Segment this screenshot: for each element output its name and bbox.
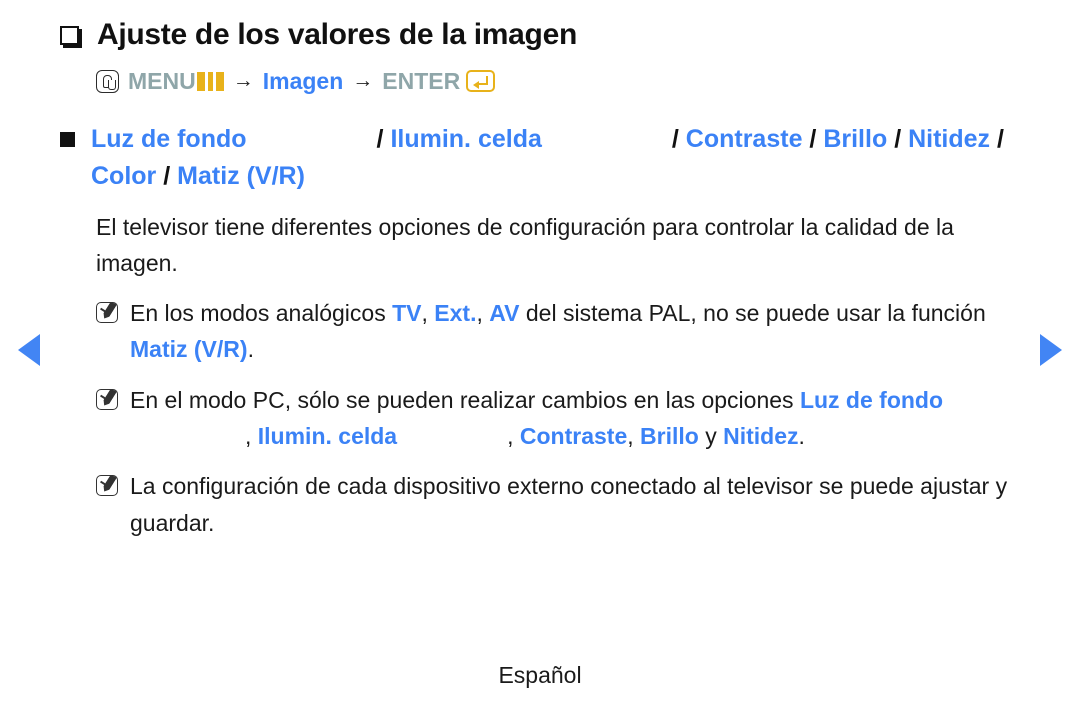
note2-term-cell-light: Ilumin. celda	[257, 423, 398, 450]
enter-label: ENTER	[382, 67, 461, 94]
menu-bars-icon	[196, 71, 224, 91]
note2-term-contrast: Contraste	[519, 423, 628, 450]
menu-section-imagen[interactable]: Imagen	[263, 68, 344, 95]
note2-mid4: y	[698, 423, 724, 450]
manual-page: Ajuste de los valores de la imagen MENU …	[0, 0, 1080, 705]
note1-part1: En los modos analógicos	[130, 300, 393, 327]
note1-mid1: ,	[421, 300, 435, 327]
option-term-contrast[interactable]: Contraste	[686, 125, 803, 153]
note-pencil-icon	[96, 388, 118, 410]
option-term-brightness[interactable]: Brillo	[823, 125, 887, 153]
option-term-tint[interactable]: Matiz (V/R)	[177, 162, 305, 190]
option-separator-3: /	[809, 124, 817, 153]
note-item: La configuración de cada dispositivo ext…	[96, 468, 1020, 541]
note2-term-brightness: Brillo	[640, 423, 699, 450]
option-separator-2: /	[671, 124, 679, 153]
note1-term-tv: TV	[392, 300, 422, 327]
note1-part2: del sistema PAL, no se puede usar la fun…	[519, 300, 986, 327]
option-term-cell-light[interactable]: Ilumin. celda	[390, 125, 541, 153]
hand-pointer-icon	[96, 69, 119, 93]
note2-part1: En el modo PC, sólo se pueden realizar c…	[130, 386, 800, 413]
option-separator-5: /	[997, 124, 1004, 153]
note1-term-av: AV	[489, 300, 520, 327]
options-terms: Luz de fondo / Ilumin. celda / Contraste…	[91, 121, 1020, 195]
option-separator-6: /	[163, 161, 171, 190]
page-title-row: Ajuste de los valores de la imagen	[60, 16, 1020, 54]
note1-term-ext: Ext.	[434, 300, 477, 327]
path-arrow-1: →	[232, 69, 254, 92]
note2-mid1: ,	[245, 423, 258, 450]
note2-mid3: ,	[627, 423, 641, 450]
note-pencil-icon	[96, 302, 118, 324]
options-list: Luz de fondo / Ilumin. celda / Contraste…	[60, 121, 1020, 195]
description-paragraph: El televisor tiene diferentes opciones d…	[96, 213, 954, 276]
note1-mid2: ,	[476, 300, 490, 327]
page-title: Ajuste de los valores de la imagen	[97, 18, 577, 51]
footer-language: Español	[498, 662, 582, 688]
note-item: En los modos analógicos TV, Ext., AV del…	[96, 295, 1020, 368]
note1-term-tint: Matiz (V/R)	[130, 336, 248, 363]
note-item: En el modo PC, sólo se pueden realizar c…	[96, 382, 1020, 455]
filled-square-bullet-icon	[60, 131, 75, 147]
note-pencil-icon	[96, 475, 118, 497]
option-separator-4: /	[894, 124, 902, 153]
enter-key-icon	[466, 70, 496, 92]
note-text: En los modos analógicos TV, Ext., AV del…	[130, 295, 1010, 368]
option-term-backlight[interactable]: Luz de fondo	[91, 125, 247, 153]
note2-part2: .	[798, 423, 805, 450]
menu-path: MENU → Imagen → ENTER	[96, 68, 1020, 95]
hollow-square-bullet-icon	[60, 26, 79, 45]
note2-mid2: ,	[507, 423, 520, 450]
note2-term-sharpness: Nitidez	[723, 423, 799, 450]
note2-term-backlight: Luz de fondo	[799, 386, 944, 413]
path-arrow-2: →	[352, 69, 374, 92]
option-separator-1: /	[376, 124, 384, 153]
menu-label: MENU	[128, 67, 196, 94]
option-term-color[interactable]: Color	[91, 162, 156, 190]
note1-part3: .	[247, 336, 254, 363]
option-term-sharpness[interactable]: Nitidez	[908, 125, 990, 153]
note-text: En el modo PC, sólo se pueden realizar c…	[130, 382, 1010, 455]
note-text: La configuración de cada dispositivo ext…	[130, 473, 1008, 536]
